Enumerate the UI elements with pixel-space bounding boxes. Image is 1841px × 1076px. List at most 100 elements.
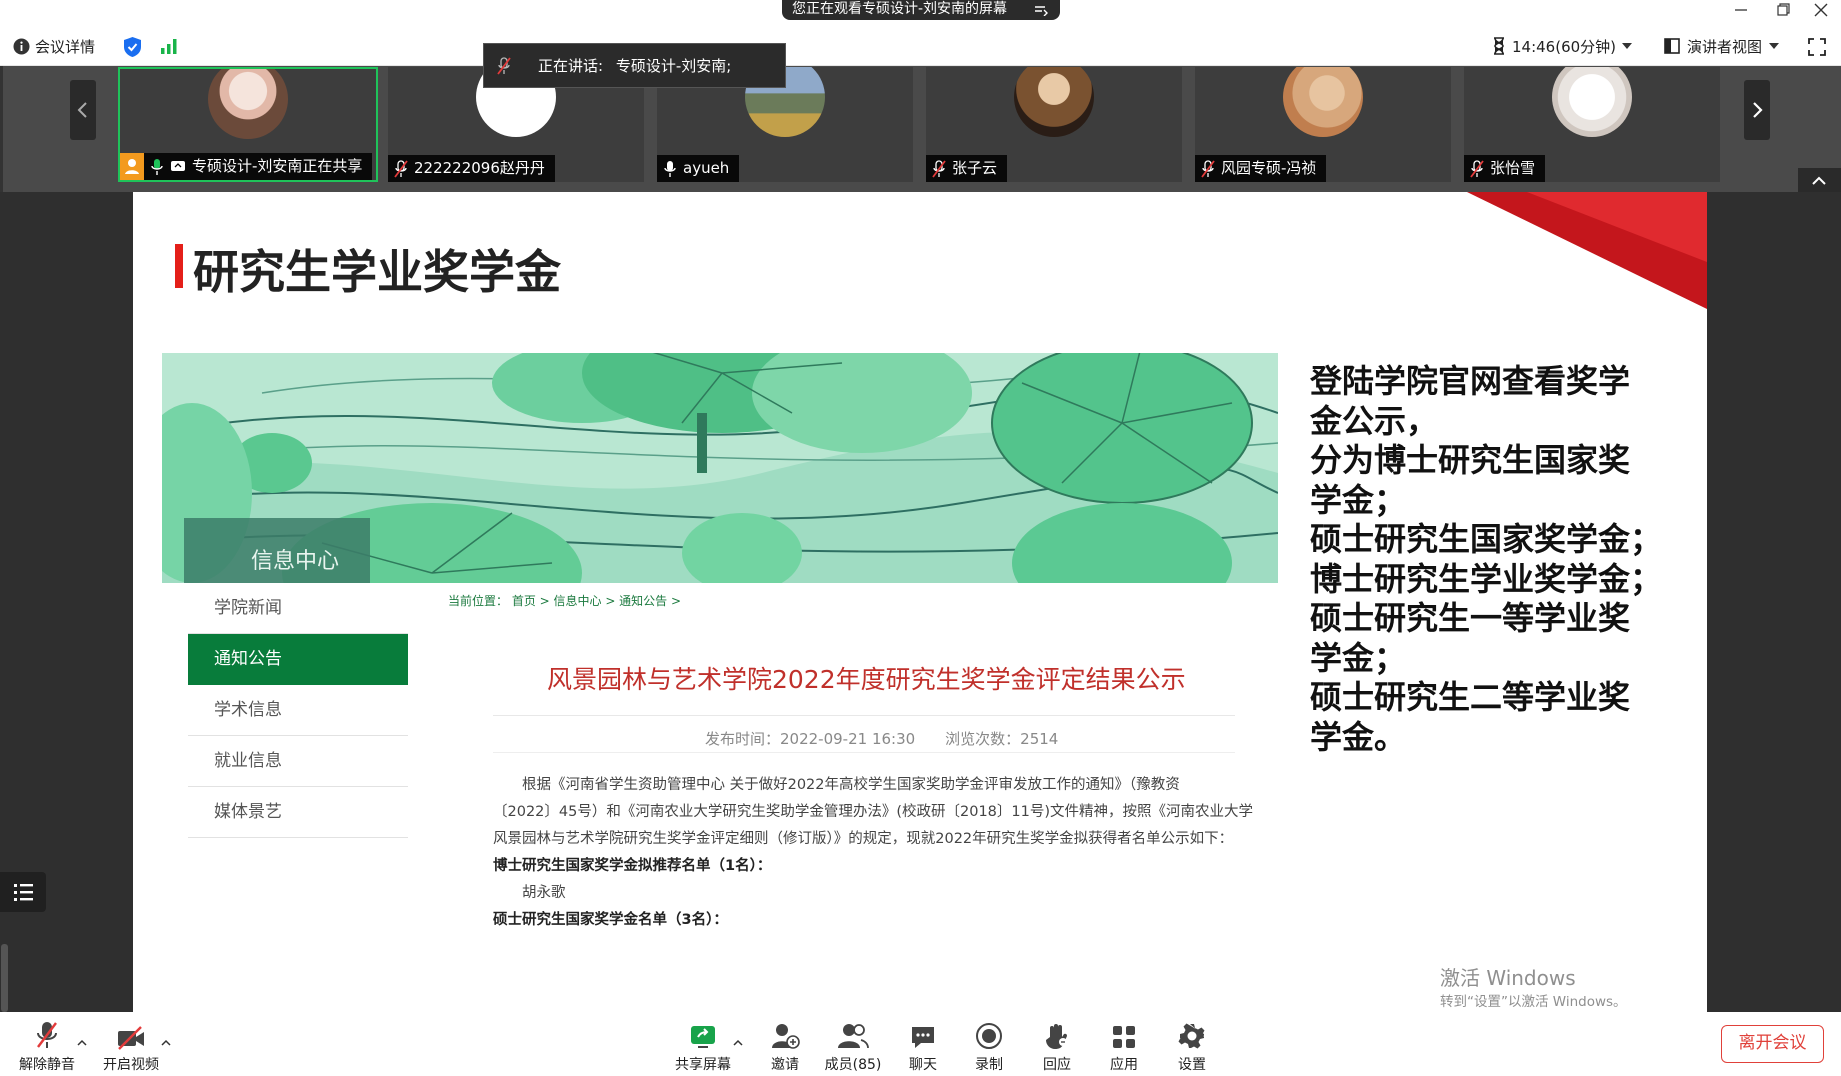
meeting-info-link[interactable]: 会议详情	[35, 28, 95, 66]
banner-label: 信息中心	[250, 549, 339, 574]
participant-namebar: 风园专硕-冯祯	[1195, 155, 1327, 182]
slide-title: 研究生学业奖学金	[193, 245, 561, 299]
fullscreen-icon[interactable]	[1808, 38, 1826, 56]
exit-view-icon[interactable]	[1034, 4, 1048, 16]
share-screen-label: 共享屏幕	[675, 1057, 731, 1073]
settings-label: 设置	[1178, 1057, 1206, 1073]
chat-label: 聊天	[909, 1057, 937, 1073]
annotation-list-button[interactable]	[0, 872, 46, 912]
gear-icon	[1178, 1023, 1205, 1049]
participant-tile[interactable]: 风园专硕-冯祯	[1195, 67, 1451, 182]
collapse-strip-button[interactable]	[1798, 168, 1841, 192]
apps-label: 应用	[1110, 1057, 1138, 1073]
avatar	[208, 69, 288, 139]
speaking-label: 正在讲话:	[538, 57, 604, 75]
share-banner[interactable]: 您正在观看专硕设计-刘安南的屏幕	[782, 0, 1060, 20]
participant-namebar: 222222096赵丹丹	[388, 155, 555, 182]
summary-line: 金公示，	[1310, 401, 1439, 440]
apps-button[interactable]: 应用	[1103, 1016, 1145, 1074]
participant-namebar: 张子云	[926, 155, 1008, 182]
article-subheading: 博士研究生国家奖学金拟推荐名单（1名）：	[493, 858, 772, 874]
participant-namebar: 张怡雪	[1464, 155, 1546, 182]
chat-button[interactable]: 聊天	[902, 1016, 944, 1074]
network-signal-icon[interactable]	[160, 38, 178, 54]
video-off-icon	[118, 1026, 144, 1050]
participant-namebar: ayueh	[657, 155, 740, 182]
microphone-icon	[664, 160, 676, 177]
muted-microphone-icon	[394, 159, 408, 178]
participant-tile[interactable]: 张子云	[926, 67, 1182, 182]
speaking-indicator: 正在讲话: 专硕设计-刘安南;	[483, 43, 786, 88]
view-mode-label[interactable]: 演讲者视图	[1687, 28, 1762, 66]
share-banner-text: 您正在观看专硕设计-刘安南的屏幕	[792, 1, 1008, 17]
unmute-label: 解除静音	[19, 1057, 75, 1073]
title-accent-bar	[175, 244, 183, 288]
security-shield-icon[interactable]	[123, 36, 142, 58]
divider	[493, 752, 1235, 753]
screen-share-icon	[171, 160, 185, 171]
invite-label: 邀请	[771, 1057, 799, 1073]
close-button[interactable]	[1806, 0, 1836, 20]
article-paragraph: 风景园林与艺术学院研究生奖学金评定细则（修订版）》的规定，现就2022年研究生奖…	[493, 831, 1234, 847]
website-side-nav: 学院新闻 通知公告 学术信息 就业信息 媒体景艺	[188, 583, 408, 838]
article-subheading: 硕士研究生国家奖学金名单（3名）：	[493, 912, 728, 928]
participant-tile[interactable]: 张怡雪	[1464, 67, 1720, 182]
speaking-name: 专硕设计-刘安南;	[615, 57, 732, 75]
start-video-button[interactable]: 开启视频	[102, 1016, 160, 1074]
members-button[interactable]: 成员(85)	[822, 1016, 884, 1074]
view-chevron-down-icon[interactable]	[1768, 42, 1780, 50]
strip-edge	[0, 66, 3, 192]
invite-button[interactable]: 邀请	[764, 1016, 806, 1074]
apps-grid-icon	[1113, 1026, 1135, 1048]
strip-prev-button[interactable]	[70, 80, 96, 140]
summary-line: 硕士研究生国家奖学金；	[1310, 520, 1663, 558]
side-nav-item-employment[interactable]: 就业信息	[188, 736, 408, 787]
hand-react-icon	[1046, 1024, 1068, 1049]
share-screen-icon	[691, 1026, 715, 1048]
article-paragraph: 〔2022〕45号）和《河南农业大学研究生奖助学金管理办法》(校政研〔2018〕…	[493, 804, 1254, 820]
article-title: 风景园林与艺术学院2022年度研究生奖学金评定结果公示	[547, 665, 1186, 694]
participant-tile[interactable]: 专硕设计-刘安南正在共享	[118, 67, 378, 182]
layout-view-icon[interactable]	[1664, 38, 1680, 54]
strip-next-button[interactable]	[1744, 80, 1770, 140]
members-icon	[838, 1024, 869, 1049]
avatar	[1283, 67, 1363, 137]
minimize-button[interactable]	[1726, 0, 1756, 20]
info-icon[interactable]	[13, 38, 30, 55]
timer-chevron-down-icon[interactable]	[1621, 42, 1633, 50]
start-video-label: 开启视频	[103, 1057, 159, 1073]
restore-button[interactable]	[1768, 0, 1798, 20]
slide-corner-decoration	[1467, 192, 1707, 309]
participant-name: 张怡雪	[1490, 159, 1536, 177]
muted-microphone-icon	[1201, 159, 1215, 178]
participant-name: 张子云	[952, 159, 998, 177]
settings-button[interactable]: 设置	[1171, 1016, 1213, 1074]
participant-name: 专硕设计-刘安南正在共享	[192, 157, 363, 175]
meeting-window: 您正在观看专硕设计-刘安南的屏幕 会议详情 14:46(60分钟) 演讲者视图	[0, 0, 1841, 1076]
host-icon	[120, 153, 144, 180]
summary-line: 分为博士研究生国家奖	[1310, 441, 1631, 479]
side-nav-item-notices[interactable]: 通知公告	[188, 634, 408, 685]
side-nav-item-news[interactable]: 学院新闻	[188, 583, 408, 634]
breadcrumb[interactable]: 当前位置： 首页 > 信息中心 > 通知公告 >	[448, 592, 681, 609]
participant-namebar: 专硕设计-刘安南正在共享	[120, 153, 373, 180]
divider	[493, 715, 1235, 716]
hourglass-icon	[1492, 37, 1506, 55]
side-nav-item-media[interactable]: 媒体景艺	[188, 787, 408, 838]
unmute-button[interactable]: 解除静音	[18, 1016, 76, 1074]
audio-options-chevron-up-icon[interactable]	[77, 1038, 87, 1048]
avatar	[1552, 67, 1632, 137]
summary-line: 学金。	[1310, 717, 1407, 756]
react-button[interactable]: 回应	[1036, 1016, 1078, 1074]
summary-line: 登陆学院官网查看奖学	[1310, 362, 1631, 400]
react-label: 回应	[1043, 1057, 1071, 1073]
audio-level-meter	[1, 944, 8, 1012]
leave-meeting-button[interactable]: 离开会议	[1721, 1025, 1824, 1063]
muted-microphone-icon	[37, 1022, 57, 1048]
video-options-chevron-up-icon[interactable]	[161, 1038, 171, 1048]
article-paragraph: 根据《河南省学生资助管理中心 关于做好2022年高校学生国家奖助学金评审发放工作…	[493, 777, 1180, 793]
side-nav-item-academic[interactable]: 学术信息	[188, 685, 408, 736]
share-options-chevron-up-icon[interactable]	[733, 1038, 743, 1048]
record-button[interactable]: 录制	[968, 1016, 1010, 1074]
share-screen-button[interactable]: 共享屏幕	[672, 1016, 734, 1074]
